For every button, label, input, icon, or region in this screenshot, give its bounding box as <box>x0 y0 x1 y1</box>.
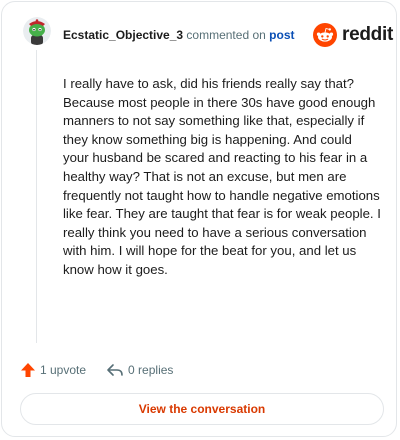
reply-button[interactable]: 0 replies <box>106 362 173 378</box>
reddit-wordmark: reddit <box>342 24 393 45</box>
snoo-avatar-icon <box>23 17 51 45</box>
avatar[interactable] <box>23 17 51 45</box>
reply-count: 0 replies <box>128 363 174 377</box>
reply-arrow-icon <box>107 364 123 376</box>
username[interactable]: Ecstatic_Objective_3 <box>63 28 183 42</box>
commented-on-text: commented on <box>186 28 266 42</box>
comment-body: I really have to ask, did his friends re… <box>63 76 381 277</box>
reddit-logo[interactable]: reddit <box>313 23 393 47</box>
view-conversation-button[interactable]: View the conversation <box>20 393 384 425</box>
comment-actions: 1 upvote 0 replies <box>20 360 173 380</box>
upvote-button[interactable]: 1 upvote <box>20 362 86 378</box>
post-link[interactable]: post <box>269 28 294 42</box>
upvote-count: 1 upvote <box>40 363 87 377</box>
comment-header: Ecstatic_Objective_3 commented on post <box>63 27 295 43</box>
reddit-logo-icon <box>313 23 337 47</box>
comment-card: Ecstatic_Objective_3 commented on post r… <box>1 1 397 437</box>
upvote-arrow-icon <box>21 363 35 377</box>
thread-line <box>36 50 37 343</box>
